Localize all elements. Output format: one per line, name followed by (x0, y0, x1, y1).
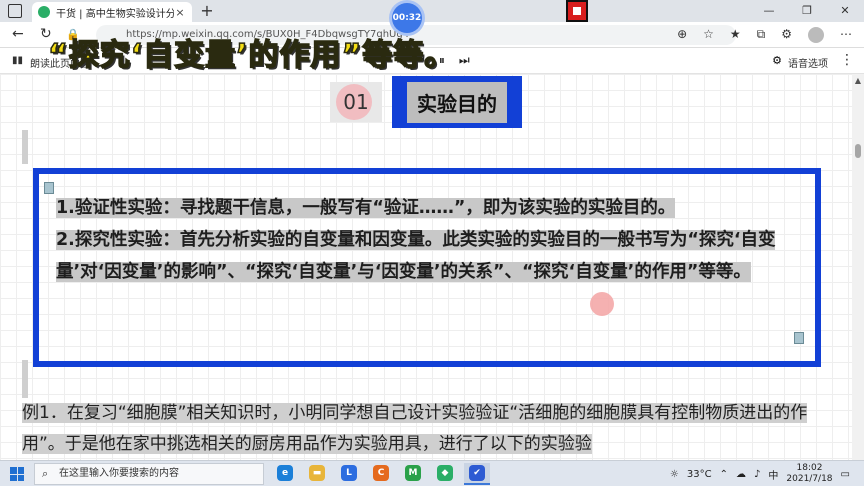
temperature[interactable]: 33°C (687, 469, 712, 480)
app-l-icon: L (341, 465, 357, 481)
article-content: 01 实验目的 1.验证性实验：寻找题干信息，一般写有“验证……”，即为该实验的… (0, 74, 852, 460)
frame-line-1: 1.验证性实验：寻找题干信息，一般写有“验证……”，即为该实验的实验目的。 (56, 198, 676, 218)
readbar-more-icon[interactable]: ⋮ (840, 52, 854, 68)
tab-strip: 干货 | 高中生物实验设计分析及答题技巧 × + — ❐ ✕ (0, 0, 864, 22)
browser-tab[interactable]: 干货 | 高中生物实验设计分析及答题技巧 × (32, 2, 192, 22)
recording-timer: 00:32 (392, 3, 422, 33)
zoom-icon[interactable]: ⊕ (677, 27, 687, 43)
wechat-icon: ◆ (437, 465, 453, 481)
app-m-icon: M (405, 465, 421, 481)
scrollbar-thumb[interactable] (855, 144, 861, 158)
profile-avatar[interactable] (808, 27, 824, 43)
taskbar-clock[interactable]: 18:02 2021/7/18 (786, 463, 832, 485)
read-aloud-icon: ▮▮ (12, 55, 24, 66)
section-title: 实验目的 (407, 81, 507, 123)
favorites-icon[interactable]: ★ (730, 27, 741, 43)
example-paragraph: 例1．在复习“细胞膜”相关知识时，小明同学想自己设计实验验证“活细胞的细胞膜具有… (22, 403, 808, 454)
taskbar-app-shield[interactable]: ✔ (464, 463, 490, 485)
image-placeholder-icon (794, 332, 804, 344)
ime-icon[interactable]: 中 (768, 467, 778, 482)
overlay-caption: “探究‘自变量’的作用”等等。 (47, 37, 456, 74)
taskbar-apps: e ▬ L C M ◆ ✔ (272, 463, 490, 485)
taskbar-app-app-l[interactable]: L (336, 463, 362, 485)
close-window-button[interactable]: ✕ (826, 0, 864, 22)
volume-icon[interactable]: ♪ (754, 469, 760, 480)
wechat-favicon-icon (38, 6, 50, 18)
image-placeholder-icon (44, 182, 54, 194)
voice-options-icon: ⚙ (772, 54, 782, 67)
notification-icon[interactable]: ▭ (841, 469, 850, 480)
maximize-button[interactable]: ❐ (788, 0, 826, 22)
section-title-box: 实验目的 (392, 76, 522, 128)
network-icon[interactable]: ☁ (736, 469, 746, 480)
weather-icon: ☼ (669, 468, 679, 480)
search-icon: ⌕ (42, 467, 49, 480)
favorite-star-icon[interactable]: ☆ (703, 27, 714, 43)
extensions-icon[interactable]: ⚙ (781, 27, 792, 43)
taskbar-app-app-m[interactable]: M (400, 463, 426, 485)
search-placeholder: 在这里输入你要搜索的内容 (59, 468, 179, 479)
shield-icon: ✔ (469, 465, 485, 481)
tab-actions-icon[interactable] (8, 4, 22, 18)
edge-icon: e (277, 465, 293, 481)
clock-date: 2021/7/18 (786, 474, 833, 484)
recorder-logo-icon (566, 0, 588, 22)
taskbar-app-app-c[interactable]: C (368, 463, 394, 485)
taskbar-app-wechat[interactable]: ◆ (432, 463, 458, 485)
frame-line-2: 2.探究性实验：首先分析实验的自变量和因变量。此类实验的实验目的一般书写为“探究… (56, 230, 776, 282)
taskbar-search-input[interactable]: ⌕ 在这里输入你要搜索的内容 (34, 463, 264, 485)
files-icon: ▬ (309, 465, 325, 481)
taskbar-app-edge[interactable]: e (272, 463, 298, 485)
section-number: 01 (343, 90, 369, 114)
frame-text: 1.验证性实验：寻找题干信息，一般写有“验证……”，即为该实验的实验目的。 2.… (56, 192, 812, 288)
new-tab-button[interactable]: + (198, 2, 216, 20)
window-controls: — ❐ ✕ (750, 0, 864, 22)
left-decoration-bar (22, 360, 28, 398)
left-decoration-bar (22, 130, 28, 164)
windows-start-icon[interactable] (10, 467, 24, 481)
tab-close-icon[interactable]: × (174, 6, 186, 19)
section-number-box: 01 (330, 82, 382, 122)
scroll-up-arrow-icon[interactable]: ▲ (852, 76, 864, 85)
address-bar-icons: ⊕ ☆ ★ ⧉ ⚙ ⋯ (677, 27, 852, 43)
system-tray: ☼ 33°C ⌃ ☁ ♪ 中 18:02 2021/7/18 ▭ (670, 461, 850, 486)
clock-time: 18:02 (796, 463, 823, 473)
collections-icon[interactable]: ⧉ (757, 27, 766, 43)
page-scrollbar[interactable]: ▲ (852, 74, 864, 460)
app-c-icon: C (373, 465, 389, 481)
windows-taskbar: ⌕ 在这里输入你要搜索的内容 e ▬ L C M ◆ ✔ ☼ 33°C ⌃ ☁ ♪ 中 18… (0, 460, 864, 486)
voice-options-button[interactable]: 语音选项 (788, 55, 828, 70)
tab-title: 干货 | 高中生物实验设计分析及答题技巧 (56, 8, 174, 20)
next-icon[interactable]: ⏭ (459, 53, 470, 68)
taskbar-app-files[interactable]: ▬ (304, 463, 330, 485)
mouse-cursor-highlight (590, 292, 614, 316)
minimize-button[interactable]: — (750, 0, 788, 22)
more-menu-icon[interactable]: ⋯ (840, 27, 852, 43)
tray-chevron-icon[interactable]: ⌃ (720, 469, 728, 480)
back-arrow-icon[interactable]: ← (12, 26, 24, 42)
